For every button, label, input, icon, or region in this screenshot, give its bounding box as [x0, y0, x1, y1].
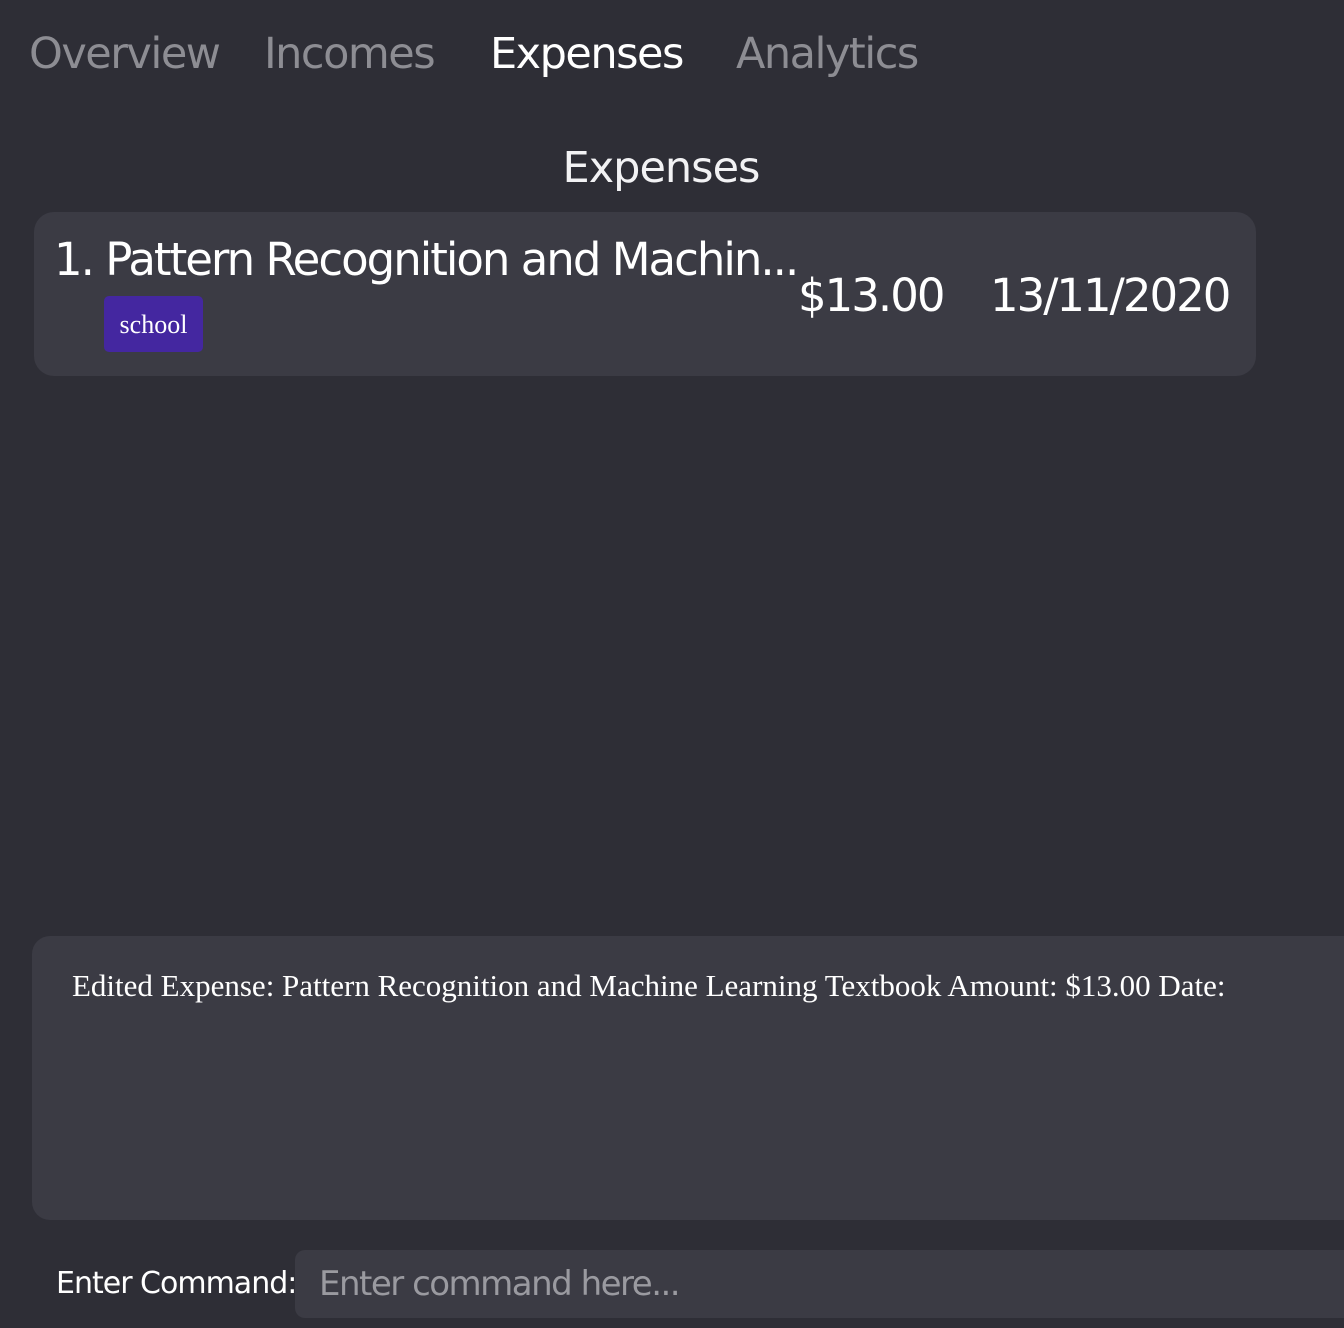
tab-incomes[interactable]: Incomes: [264, 26, 436, 82]
tab-bar: Overview Incomes Expenses Analytics: [0, 0, 1344, 110]
expense-tag: school: [104, 296, 203, 352]
command-input[interactable]: [295, 1250, 1344, 1318]
expense-title: 1. Pattern Recognition and Machin...: [54, 233, 799, 286]
tab-expenses[interactable]: Expenses: [490, 26, 684, 82]
expense-amount: $13.00: [798, 269, 945, 322]
page-title: Expenses: [562, 143, 761, 193]
tab-overview[interactable]: Overview: [29, 26, 221, 82]
command-label: Enter Command:: [56, 1266, 297, 1301]
result-display[interactable]: Edited Expense: Pattern Recognition and …: [32, 936, 1344, 1220]
expense-list-item[interactable]: 1. Pattern Recognition and Machin... sch…: [34, 212, 1256, 376]
result-message: Edited Expense: Pattern Recognition and …: [72, 968, 1226, 1003]
tab-analytics[interactable]: Analytics: [736, 26, 919, 82]
expense-date: 13/11/2020: [990, 269, 1231, 322]
